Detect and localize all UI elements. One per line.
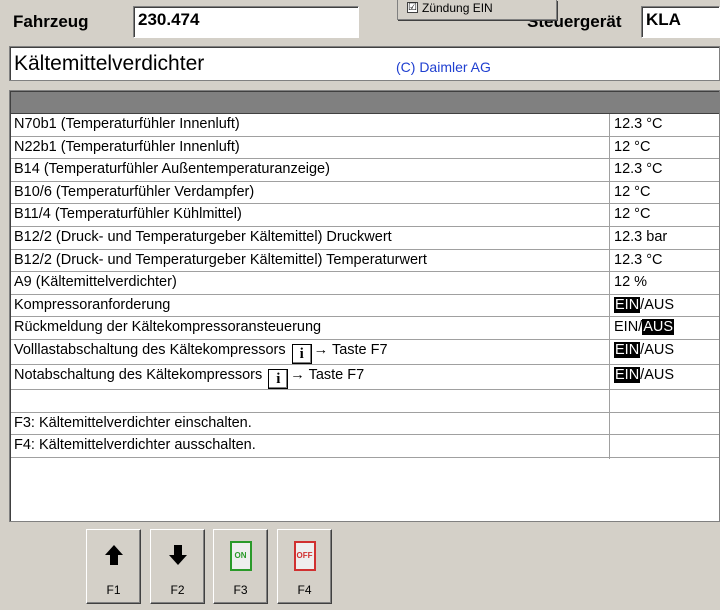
vehicle-label: Fahrzeug: [13, 12, 89, 31]
table-row[interactable]: Volllastabschaltung des Kältekompressors…: [11, 340, 719, 365]
f4-label: F4: [297, 583, 312, 597]
table-row[interactable]: N22b1 (Temperaturfühler Innenluft) 12 °C: [11, 137, 719, 160]
table-row[interactable]: N70b1 (Temperaturfühler Innenluft) 12.3 °…: [11, 114, 719, 137]
status-ein: EIN: [614, 367, 641, 383]
row-value: 12.3 bar: [614, 229, 668, 245]
f1-label: F1: [106, 583, 121, 597]
f4-button[interactable]: OFF F4: [277, 529, 332, 604]
row-label: Rückmeldung der Kältekompressoransteueru…: [14, 319, 322, 336]
table-row[interactable]: A9 (Kältemittelverdichter) 12 %: [11, 272, 719, 295]
f3-button[interactable]: ON F3: [213, 529, 268, 604]
hint-text: Taste F7: [308, 367, 365, 383]
f2-button[interactable]: F2: [150, 529, 205, 604]
table-row[interactable]: Notabschaltung des Kältekompressors i → T…: [11, 365, 719, 390]
row-label: Volllastabschaltung des Kältekompressors…: [14, 342, 388, 364]
note-row: F3: Kältemittelverdichter einschalten.: [11, 413, 719, 436]
row-label: N70b1 (Temperaturfühler Innenluft): [14, 116, 240, 132]
row-label: N22b1 (Temperaturfühler Innenluft): [14, 138, 240, 155]
status-aus: AUS: [644, 296, 675, 313]
row-label: B14 (Temperaturfühler Außentemperaturanz…: [14, 161, 330, 178]
ignition-label: Zündung EIN: [422, 1, 493, 15]
arrow-right-icon: →: [313, 342, 329, 358]
row-label: Notabschaltung des Kältekompressors i → T…: [14, 367, 364, 389]
row-label-text: Notabschaltung des Kältekompressors: [14, 367, 263, 383]
copyright-text: (C) Daimler AG: [396, 59, 491, 75]
note-text: F3: Kältemittelverdichter einschalten.: [14, 414, 252, 431]
row-value: 12 °C: [614, 206, 651, 223]
status-toggle: EIN/AUS: [614, 319, 675, 336]
ecu-field[interactable]: KLA: [641, 6, 720, 38]
row-label: A9 (Kältemittelverdichter): [14, 274, 177, 291]
row-value: 12.3 °C: [614, 161, 663, 178]
status-ein: EIN: [614, 296, 641, 313]
table-row[interactable]: B12/2 (Druck- und Temperaturgeber Kältem…: [11, 250, 719, 273]
table-row[interactable]: B14 (Temperaturfühler Außentemperaturanz…: [11, 159, 719, 182]
row-value: 12.3 °C: [614, 251, 663, 268]
title-box: Kältemittelverdichter (C) Daimler AG: [9, 46, 720, 81]
status-aus: AUS: [644, 342, 675, 358]
f2-label: F2: [170, 583, 185, 597]
vehicle-field[interactable]: 230.474: [133, 6, 359, 38]
ignition-checkbox[interactable]: ☑: [407, 2, 418, 13]
row-value: 12 °C: [614, 183, 651, 200]
switch-off-icon: OFF: [293, 541, 316, 571]
row-value: 12 %: [614, 274, 648, 291]
row-value: 12.3 °C: [614, 116, 663, 132]
table-row[interactable]: B10/6 (Temperaturfühler Verdampfer) 12 °C: [11, 182, 719, 205]
table-row: [11, 390, 719, 413]
row-label: B11/4 (Temperaturfühler Kühlmittel): [14, 206, 242, 223]
status-toggle: EIN/AUS: [614, 296, 675, 313]
note-text: F4: Kältemittelverdichter ausschalten.: [14, 437, 256, 454]
row-label-text: Volllastabschaltung des Kältekompressors: [14, 342, 286, 358]
row-label: B12/2 (Druck- und Temperaturgeber Kältem…: [14, 229, 392, 245]
ignition-popup: ☑ Zündung EIN: [397, 0, 557, 20]
status-aus: AUS: [644, 367, 675, 383]
table-header: [11, 92, 719, 114]
status-toggle: EIN/AUS: [614, 342, 674, 358]
f3-label: F3: [233, 583, 248, 597]
arrow-down-icon: [168, 545, 187, 565]
switch-on-icon: ON: [229, 541, 252, 571]
arrow-up-icon: [104, 545, 123, 565]
status-toggle: EIN/AUS: [614, 367, 674, 383]
status-aus: AUS: [642, 319, 675, 336]
status-ein: EIN: [614, 342, 641, 358]
info-icon[interactable]: i: [291, 344, 312, 364]
row-value: 12 °C: [614, 138, 651, 155]
note-row: F4: Kältemittelverdichter ausschalten.: [11, 435, 719, 458]
row-label: B12/2 (Druck- und Temperaturgeber Kältem…: [14, 251, 427, 268]
table-row[interactable]: Kompressoranforderung EIN/AUS: [11, 295, 719, 318]
hint-text: Taste F7: [331, 342, 388, 358]
values-table: N70b1 (Temperaturfühler Innenluft) 12.3 °…: [9, 90, 720, 522]
status-ein: EIN: [614, 319, 639, 336]
arrow-right-icon: →: [290, 367, 305, 383]
table-row[interactable]: B11/4 (Temperaturfühler Kühlmittel) 12 °C: [11, 204, 719, 227]
info-icon[interactable]: i: [268, 369, 289, 389]
row-label: Kompressoranforderung: [14, 296, 171, 313]
table-row[interactable]: B12/2 (Druck- und Temperaturgeber Kältem…: [11, 227, 719, 250]
row-label: B10/6 (Temperaturfühler Verdampfer): [14, 183, 255, 200]
page-title: Kältemittelverdichter: [14, 52, 205, 75]
f1-button[interactable]: F1: [86, 529, 141, 604]
table-row[interactable]: Rückmeldung der Kältekompressoransteueru…: [11, 317, 719, 340]
